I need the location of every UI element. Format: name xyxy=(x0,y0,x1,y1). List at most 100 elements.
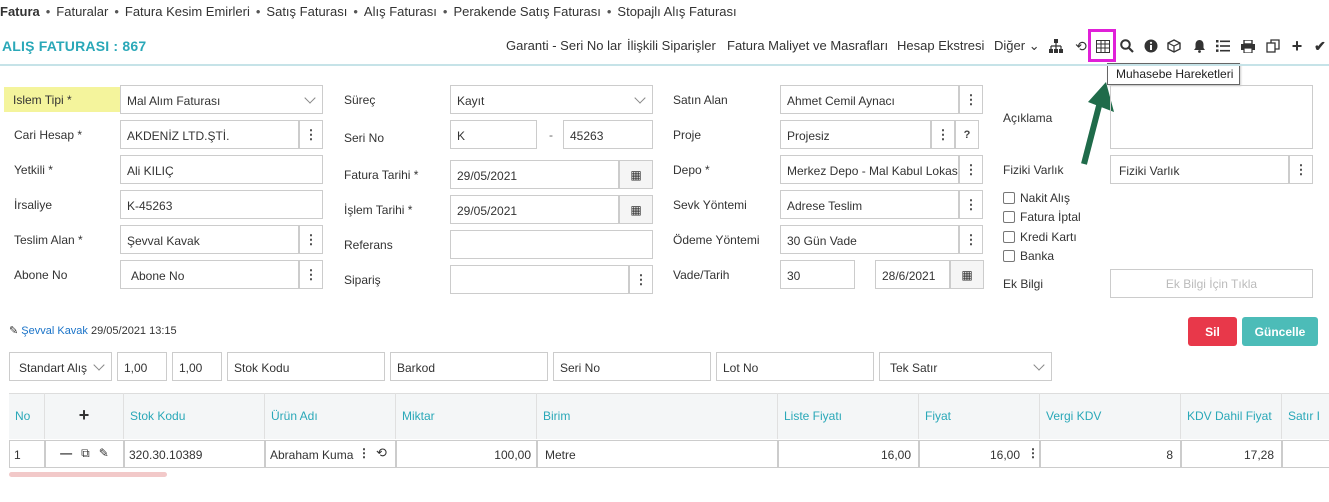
calendar-icon[interactable]: ▦ xyxy=(619,160,653,189)
cell-liste-fiyati[interactable]: 16,00 xyxy=(778,440,919,468)
col-stok-kodu[interactable]: Stok Kodu xyxy=(124,393,265,439)
fiziki-input[interactable]: Fiziki Varlık xyxy=(1110,155,1289,184)
islem-tipi-select[interactable]: Mal Alım Faturası xyxy=(120,85,323,114)
cari-menu-icon[interactable]: ⋮ xyxy=(299,120,323,149)
help-icon[interactable]: ? xyxy=(955,120,979,149)
checkbox-box[interactable] xyxy=(1003,250,1015,262)
col-vergi[interactable]: Vergi KDV xyxy=(1040,393,1181,439)
cell-fiyat[interactable]: 16,00 xyxy=(919,440,1040,468)
seri-input[interactable]: K xyxy=(450,120,537,149)
calendar-icon[interactable]: ▦ xyxy=(619,195,653,224)
qty2-input[interactable]: 1,00 xyxy=(172,352,222,381)
related-orders-link[interactable]: İlişkili Siparişler xyxy=(627,38,716,53)
seri-no-input[interactable]: 45263 xyxy=(563,120,653,149)
breadcrumb-item[interactable]: Faturalar xyxy=(56,4,108,19)
col-liste-fiyati[interactable]: Liste Fiyatı xyxy=(778,393,919,439)
horizontal-scrollbar[interactable] xyxy=(9,472,167,477)
type-select[interactable]: Standart Alış xyxy=(9,352,112,381)
warranty-serials-link[interactable]: Garanti - Seri No lar xyxy=(506,38,622,53)
teslim-input[interactable]: Şevval Kavak xyxy=(120,225,299,254)
hierarchy-icon[interactable] xyxy=(1047,36,1065,56)
depo-menu-icon[interactable]: ⋮ xyxy=(959,155,983,184)
check-icon[interactable]: ✔ xyxy=(1311,36,1329,56)
barkod-input[interactable]: Barkod xyxy=(390,352,548,381)
product-menu-icon[interactable]: ⋮ xyxy=(358,446,370,460)
checkbox-iptal[interactable]: Fatura İptal xyxy=(1003,210,1081,224)
col-miktar[interactable]: Miktar xyxy=(396,393,537,439)
checkbox-box[interactable] xyxy=(1003,211,1015,223)
price-menu-icon[interactable]: ⋮ xyxy=(1027,446,1039,460)
cari-input[interactable]: AKDENİZ LTD.ŞTİ. xyxy=(120,120,299,149)
vade-input[interactable]: 30 xyxy=(780,260,855,289)
col-urun-adi[interactable]: Ürün Adı xyxy=(265,393,396,439)
checkbox-kredi[interactable]: Kredi Kartı xyxy=(1003,230,1077,244)
satin-alan-input[interactable]: Ahmet Cemil Aynacı xyxy=(780,85,959,114)
col-fiyat[interactable]: Fiyat xyxy=(919,393,1040,439)
col-birim[interactable]: Birim xyxy=(537,393,778,439)
calendar-icon[interactable]: ▦ xyxy=(950,260,984,289)
checkbox-nakit[interactable]: Nakit Alış xyxy=(1003,191,1070,205)
col-kdv-dahil[interactable]: KDV Dahil Fiyat xyxy=(1181,393,1282,439)
abone-input[interactable]: Abone No xyxy=(120,260,299,289)
search-icon[interactable] xyxy=(1118,36,1136,56)
breadcrumb-item[interactable]: Fatura Kesim Emirleri xyxy=(125,4,250,19)
col-satir[interactable]: Satır I xyxy=(1282,393,1329,439)
qty1-input[interactable]: 1,00 xyxy=(117,352,167,381)
breadcrumb-item[interactable]: Stopajlı Alış Faturası xyxy=(617,4,736,19)
siparis-input[interactable] xyxy=(450,265,629,294)
cube-icon[interactable] xyxy=(1165,36,1183,56)
list-icon[interactable] xyxy=(1214,36,1232,56)
cell-vergi[interactable]: 8 xyxy=(1040,440,1181,468)
surec-select[interactable]: Kayıt xyxy=(450,85,653,114)
siparis-menu-icon[interactable]: ⋮ xyxy=(629,265,653,294)
cell-birim[interactable]: Metre xyxy=(537,440,778,468)
cell-miktar[interactable]: 100,00 xyxy=(396,440,537,468)
invoice-costs-link[interactable]: Fatura Maliyet ve Masrafları xyxy=(727,38,888,53)
depo-input[interactable]: Merkez Depo - Mal Kabul Lokas xyxy=(780,155,959,184)
fatura-tarihi-input[interactable]: 29/05/2021 xyxy=(450,160,619,189)
breadcrumb-item[interactable]: Perakende Satış Faturası xyxy=(453,4,600,19)
irsaliye-input[interactable]: K-45263 xyxy=(120,190,323,219)
copy-icon[interactable]: ⧉ xyxy=(81,446,90,467)
seri-no-filter[interactable]: Seri No xyxy=(553,352,711,381)
breadcrumb-item[interactable]: Alış Faturası xyxy=(364,4,437,19)
print-icon[interactable] xyxy=(1239,36,1257,56)
odeme-menu-icon[interactable]: ⋮ xyxy=(959,225,983,254)
add-row-icon[interactable]: + xyxy=(45,393,124,439)
fiziki-menu-icon[interactable]: ⋮ xyxy=(1289,155,1313,184)
aciklama-textarea[interactable] xyxy=(1110,85,1313,149)
ek-bilgi-button[interactable]: Ek Bilgi İçin Tıkla xyxy=(1110,269,1313,298)
odeme-input[interactable]: 30 Gün Vade xyxy=(780,225,959,254)
cell-satir[interactable] xyxy=(1282,440,1329,468)
checkbox-box[interactable] xyxy=(1003,192,1015,204)
other-dropdown[interactable]: Diğer ⌄ xyxy=(994,38,1040,54)
proje-input[interactable]: Projesiz xyxy=(780,120,931,149)
minus-icon[interactable]: — xyxy=(60,446,72,467)
delete-button[interactable]: Sil xyxy=(1188,317,1237,346)
breadcrumb-item[interactable]: Satış Faturası xyxy=(266,4,347,19)
copy-icon[interactable] xyxy=(1264,36,1282,56)
proje-menu-icon[interactable]: ⋮ xyxy=(931,120,955,149)
teslim-menu-icon[interactable]: ⋮ xyxy=(299,225,323,254)
cell-kdv-dahil[interactable]: 17,28 xyxy=(1181,440,1282,468)
checkbox-box[interactable] xyxy=(1003,231,1015,243)
mode-select[interactable]: Tek Satır xyxy=(879,352,1052,381)
plus-icon[interactable]: + xyxy=(1288,36,1306,56)
account-statement-link[interactable]: Hesap Ekstresi xyxy=(897,38,984,53)
checkbox-banka[interactable]: Banka xyxy=(1003,249,1054,263)
stok-kodu-input[interactable]: Stok Kodu xyxy=(227,352,385,381)
islem-tarihi-input[interactable]: 29/05/2021 xyxy=(450,195,619,224)
abone-menu-icon[interactable]: ⋮ xyxy=(299,260,323,289)
yetkili-input[interactable]: Ali KILIÇ xyxy=(120,155,323,184)
info-icon[interactable] xyxy=(1142,36,1160,56)
vade-tarih-input[interactable]: 28/6/2021 xyxy=(875,260,950,289)
breadcrumb-item[interactable]: Fatura xyxy=(0,4,40,19)
referans-input[interactable] xyxy=(450,230,653,259)
lot-no-input[interactable]: Lot No xyxy=(716,352,874,381)
cell-stok-kodu[interactable]: 320.30.10389 xyxy=(124,440,265,468)
bell-icon[interactable] xyxy=(1190,36,1208,56)
update-button[interactable]: Güncelle xyxy=(1242,317,1318,346)
pencil-icon[interactable]: ✎ xyxy=(99,446,109,467)
satin-alan-menu-icon[interactable]: ⋮ xyxy=(959,85,983,114)
user-link[interactable]: Şevval Kavak xyxy=(21,325,88,337)
